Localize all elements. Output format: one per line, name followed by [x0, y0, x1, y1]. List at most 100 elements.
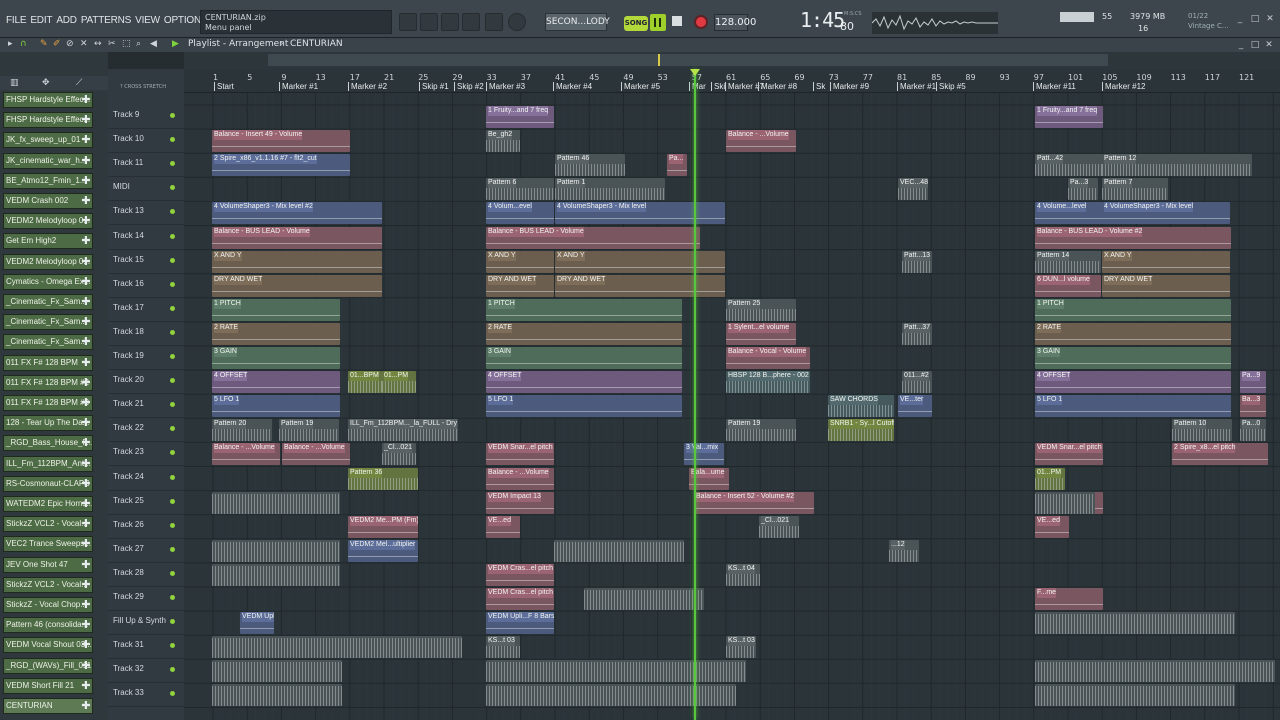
playlist-clip[interactable]: Pattern 14	[1035, 250, 1101, 273]
slice-icon[interactable]: ✂	[108, 40, 117, 49]
playlist-play-icon[interactable]: ▶	[172, 40, 181, 49]
playlist-clip[interactable]: Pattern 7	[1102, 178, 1168, 201]
playlist-clip[interactable]: Pa...9	[1240, 371, 1266, 394]
track-enable-led[interactable]	[170, 498, 175, 504]
mixer-icon[interactable]	[399, 13, 417, 31]
stop-button[interactable]	[672, 16, 682, 26]
timeline-marker[interactable]: Marker #5	[620, 82, 660, 91]
audio-clip[interactable]	[554, 539, 684, 562]
maximize-icon[interactable]: □	[1250, 14, 1260, 24]
magnet-icon[interactable]: ∩	[20, 40, 29, 49]
playlist-clip[interactable]: 4 OFFSET	[1035, 371, 1231, 394]
playlist-clip[interactable]: 1 PITCH	[486, 298, 682, 321]
playlist-clip[interactable]: Pattern 20	[212, 419, 272, 442]
picker-item-add-icon[interactable]: ✚	[80, 435, 92, 451]
track-enable-led[interactable]	[170, 113, 175, 118]
playlist-clip[interactable]: Pattern 19	[726, 419, 796, 442]
picker-move-icon[interactable]: ✥	[42, 79, 51, 88]
playlist-clip[interactable]: DRY AND WET	[486, 274, 554, 297]
slip-icon[interactable]: ↔	[94, 40, 103, 49]
track-enable-led[interactable]	[170, 209, 175, 215]
zoom-icon[interactable]: ⌕	[136, 40, 145, 49]
picker-item-add-icon[interactable]: ✚	[80, 153, 92, 169]
timeline-marker[interactable]: Marker #2	[347, 82, 387, 91]
playlist-clip[interactable]: X AND Y	[212, 250, 382, 273]
picker-item-add-icon[interactable]: ✚	[80, 476, 92, 492]
picker-item-add-icon[interactable]: ✚	[80, 577, 92, 593]
playlist-clip[interactable]: 2 Spire_x8...el pitch	[1172, 443, 1268, 466]
track-header[interactable]: Track 15	[108, 250, 184, 274]
track-header[interactable]: Track 24	[108, 467, 184, 491]
timeline-ruler[interactable]: 1 5 9 13 17 21 25 29 33 37 41 45 49 53 57 61 65 69 73 77 81 8…	[184, 69, 1280, 93]
playlist-clip[interactable]: 5 LFO 1	[1035, 395, 1231, 418]
mute-icon[interactable]: ✕	[80, 40, 89, 49]
picker-item-add-icon[interactable]: ✚	[80, 233, 92, 249]
track-enable-led[interactable]	[170, 281, 175, 287]
track-header[interactable]: Track 16	[108, 274, 184, 298]
playlist-clip[interactable]: VEDM Snar...el pitch	[1035, 443, 1103, 466]
playlist-clip[interactable]: X AND Y	[555, 250, 725, 273]
timeline-marker[interactable]: Marker #9	[829, 82, 869, 91]
picker-item-add-icon[interactable]: ✚	[80, 254, 92, 270]
track-enable-led[interactable]	[170, 667, 175, 673]
playlist-clip[interactable]: VE...ed	[1035, 515, 1069, 538]
picker-item-add-icon[interactable]: ✚	[80, 496, 92, 512]
playlist-clip[interactable]: DRY AND WET	[212, 274, 382, 297]
playlist-close-icon[interactable]: ✕	[1264, 40, 1274, 50]
playlist-clip[interactable]: Ba...3	[1240, 395, 1266, 418]
playlist-clip[interactable]: Balance - BUS LEAD - Volume	[486, 226, 700, 249]
track-enable-led[interactable]	[170, 474, 175, 480]
playlist-clip[interactable]: VEDM Impact 13	[486, 491, 554, 514]
picker-audio-icon[interactable]: ⟋	[76, 79, 85, 88]
playlist-clip[interactable]: VEDM2 Mel...ultiplier	[348, 539, 418, 562]
arrow-icon[interactable]: ▸	[8, 40, 17, 49]
playlist-clip[interactable]: Patt...37	[902, 322, 932, 345]
playlist-clip[interactable]: 2 RATE	[1035, 322, 1231, 345]
playlist-clip[interactable]: 4 Volum...evel	[486, 202, 554, 225]
audio-clip[interactable]	[1035, 684, 1235, 707]
playlist-clip[interactable]: Pattern 1	[555, 178, 665, 201]
picker-item-add-icon[interactable]: ✚	[80, 274, 92, 290]
track-header[interactable]: Track 28	[108, 563, 184, 587]
pattern-selector[interactable]: SECON...LODY	[545, 13, 610, 31]
menu-patterns[interactable]: PATTERNS	[79, 15, 133, 26]
picker-item-add-icon[interactable]: ✚	[80, 132, 92, 148]
picker-item-add-icon[interactable]: ✚	[80, 658, 92, 674]
track-enable-led[interactable]	[170, 426, 175, 432]
playlist-clip[interactable]: X AND Y	[1102, 250, 1230, 273]
playlist-clip[interactable]: SAW CHORDS	[828, 395, 894, 418]
record-button[interactable]	[694, 15, 708, 29]
picker-item-add-icon[interactable]: ✚	[80, 456, 92, 472]
news-text[interactable]: Vintage C...	[1188, 22, 1229, 30]
picker-item-add-icon[interactable]: ✚	[80, 355, 92, 371]
arrangement-grid[interactable]: 1 Fruity...and 7 freq 1 Fruity...and 7 fr…	[184, 93, 1280, 720]
playlist-clip[interactable]: VEDM Cras...el pitch	[486, 588, 554, 610]
track-enable-led[interactable]	[170, 402, 175, 408]
playlist-clip[interactable]: 2 Spire_x86_v1.1.16 #7 - flt2_cut	[212, 154, 350, 177]
breadcrumb[interactable]: CENTURIAN	[290, 39, 343, 49]
picker-item-add-icon[interactable]: ✚	[80, 294, 92, 310]
channel-rack-icon[interactable]	[420, 13, 438, 31]
playlist-clip[interactable]: Balance - BUS LEAD - Volume #2	[1035, 226, 1231, 249]
playlist-clip[interactable]: 4 VolumeShaper3 - Mix level	[555, 202, 725, 225]
picker-all-icon[interactable]: ▥	[10, 79, 19, 88]
audio-clip[interactable]	[212, 491, 340, 514]
track-enable-led[interactable]	[170, 257, 175, 263]
playlist-clip[interactable]: Pa...0	[1240, 419, 1266, 442]
playlist-clip[interactable]: Pattern 46	[555, 154, 625, 177]
playhead[interactable]	[694, 69, 696, 720]
audio-clip[interactable]	[584, 588, 704, 610]
select-icon[interactable]: ⬚	[122, 40, 131, 49]
playlist-clip[interactable]: VEDM Upli...F 8 Bars	[486, 612, 554, 635]
picker-item-add-icon[interactable]: ✚	[80, 678, 92, 694]
picker-item-add-icon[interactable]: ✚	[80, 557, 92, 573]
playlist-clip[interactable]: 1 Fruity...and 7 freq	[486, 106, 554, 128]
track-header[interactable]: Track 33	[108, 683, 184, 708]
playlist-maximize-icon[interactable]: □	[1250, 40, 1260, 50]
playlist-clip[interactable]: KS...t 03	[726, 636, 756, 659]
playlist-clip[interactable]: Balance - ...Volume	[726, 130, 796, 153]
track-header[interactable]: Track 10	[108, 129, 184, 154]
playlist-clip[interactable]: Balance - ...Volume	[282, 443, 350, 466]
picker-item-add-icon[interactable]: ✚	[80, 92, 92, 108]
timeline-marker[interactable]: Skip #5	[936, 82, 966, 91]
